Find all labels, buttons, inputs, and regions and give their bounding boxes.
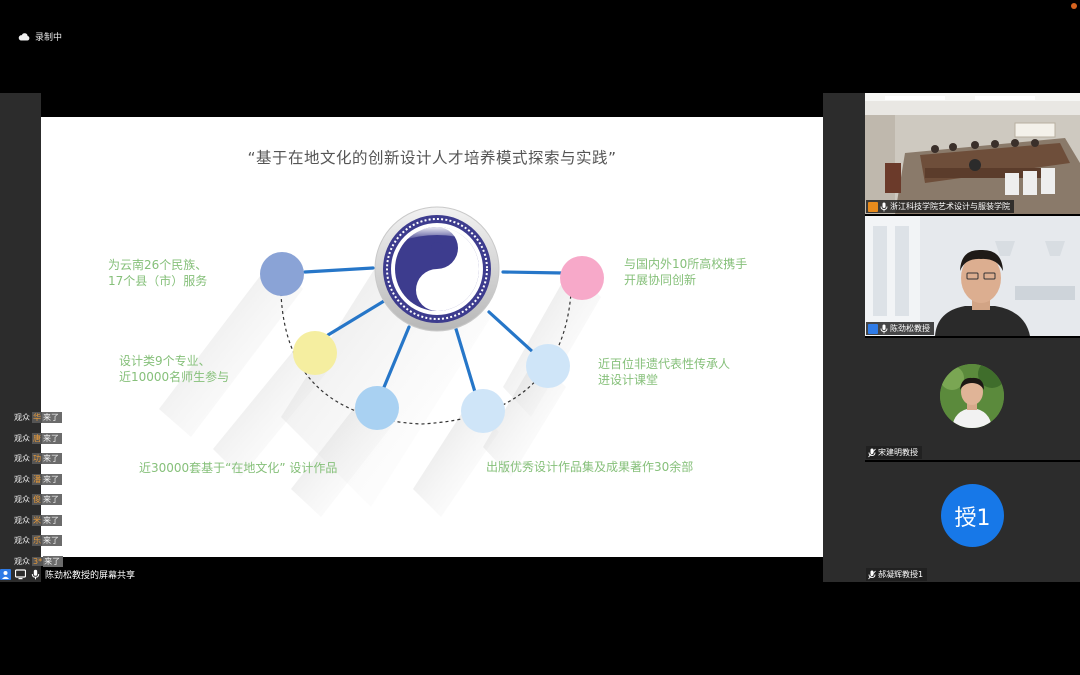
slide-item-line: 近30000套基于“在地文化” 设计作品 xyxy=(139,461,338,475)
slide-item-line: 出版优秀设计作品集及成果著作30余部 xyxy=(486,460,694,474)
chat-prefix: 观众 xyxy=(14,516,30,525)
circle-node-1 xyxy=(260,252,304,296)
chat-message: 观众唐来了 xyxy=(14,432,62,445)
screen-share-bar: 陈劲松教授的屏幕共享 xyxy=(0,566,200,582)
video-tile-speaker[interactable]: 陈劲松教授 xyxy=(865,216,1080,336)
chat-prefix: 观众 xyxy=(14,495,30,504)
screen-share-label: 陈劲松教授的屏幕共享 xyxy=(45,570,136,581)
slide-item-line: 近10000名师生参与 xyxy=(119,370,230,384)
slide-title: “基于在地文化的创新设计人才培养模式探索与实践” xyxy=(247,149,617,167)
screen-share-icon xyxy=(15,568,26,579)
circle-node-3 xyxy=(355,386,399,430)
speaker-video xyxy=(865,216,1080,336)
slide-item-3: 近30000套基于“在地文化” 设计作品 xyxy=(139,460,337,476)
slide-item-1: 为云南26个民族、 17个县（市）服务 xyxy=(108,257,207,289)
slide-item-line: 设计类9个专业、 xyxy=(119,354,211,368)
school-emblem-logo xyxy=(374,206,500,332)
participant-label: 陈劲松教授 xyxy=(866,322,934,335)
slide-diagram xyxy=(159,206,604,517)
chat-user-name: 米 xyxy=(32,515,42,526)
slide-item-2: 设计类9个专业、 近10000名师生参与 xyxy=(119,353,229,385)
chat-message: 观众米来了 xyxy=(14,514,62,527)
chat-message: 观众功来了 xyxy=(14,452,62,465)
chat-user-name: 3* xyxy=(32,557,44,566)
microphone-muted-icon xyxy=(868,448,876,457)
notification-dot xyxy=(1071,3,1077,9)
participant-label: 宋建明教授 xyxy=(866,446,922,459)
microphone-muted-icon xyxy=(868,570,876,579)
chat-user-name: 乐 xyxy=(32,535,42,546)
chat-user-name: 潘 xyxy=(32,474,42,485)
chat-action: 来了 xyxy=(42,474,62,485)
slide-item-line: 开展协同创新 xyxy=(624,273,697,287)
chat-user-name: 唐 xyxy=(32,433,42,444)
chat-action: 来了 xyxy=(42,412,62,423)
conference-room-video xyxy=(865,93,1080,214)
video-tile-conference-room[interactable]: 浙江科技学院艺术设计与服装学院 xyxy=(865,93,1080,214)
slide-item-line: 17个县（市）服务 xyxy=(108,274,208,288)
shared-slide: “基于在地文化的创新设计人才培养模式探索与实践” 为云南26个民族、 17个县（… xyxy=(41,117,823,557)
avatar-initials: 授1 xyxy=(941,484,1004,547)
slide-item-4: 出版优秀设计作品集及成果著作30余部 xyxy=(486,459,693,475)
slide-item-line: 与国内外10所高校携手 xyxy=(624,257,748,271)
participant-label: 浙江科技学院艺术设计与服装学院 xyxy=(866,200,1014,213)
avatar xyxy=(940,364,1004,428)
cloud-icon xyxy=(18,32,30,40)
chat-prefix: 观众 xyxy=(14,413,30,422)
avatar-photo-image xyxy=(940,364,1004,428)
chat-prefix: 观众 xyxy=(14,536,30,545)
circle-node-4 xyxy=(461,389,505,433)
chat-action: 来了 xyxy=(42,494,62,505)
chat-prefix: 观众 xyxy=(14,475,30,484)
chat-message: 观众乐来了 xyxy=(14,534,62,547)
slide-item-line: 近百位非遗代表性传承人 xyxy=(598,357,731,371)
recording-label: 录制中 xyxy=(35,33,63,43)
chat-user-name: 俊 xyxy=(32,494,42,505)
participant-name: 郝凝辉教授1 xyxy=(878,570,924,579)
slide-item-line: 进设计课堂 xyxy=(598,373,659,387)
chat-user-name: 华 xyxy=(32,412,42,423)
participant-label: 郝凝辉教授1 xyxy=(866,568,928,581)
chat-action: 来了 xyxy=(42,433,62,444)
chat-message: 观众俊来了 xyxy=(14,493,62,506)
slide-item-5: 近百位非遗代表性传承人 进设计课堂 xyxy=(598,356,730,388)
circle-node-6 xyxy=(560,256,604,300)
slide-item-6: 与国内外10所高校携手 开展协同创新 xyxy=(624,256,747,288)
chat-action: 来了 xyxy=(42,515,62,526)
chat-message: 观众华来了 xyxy=(14,411,62,424)
user-icon xyxy=(0,568,11,580)
microphone-icon xyxy=(880,324,888,333)
slide-item-line: 为云南26个民族、 xyxy=(108,258,208,272)
circle-node-2 xyxy=(293,331,337,375)
chat-action: 来了 xyxy=(42,535,62,546)
recording-indicator[interactable]: 录制中 xyxy=(18,30,62,43)
left-sidebar-strip xyxy=(0,93,41,582)
participant-name: 浙江科技学院艺术设计与服装学院 xyxy=(890,202,1010,211)
circle-node-5 xyxy=(526,344,570,388)
chat-prefix: 观众 xyxy=(14,454,30,463)
chat-action: 来了 xyxy=(42,453,62,464)
chat-user-name: 功 xyxy=(32,453,42,464)
participant-name: 宋建明教授 xyxy=(878,448,918,457)
host-icon xyxy=(868,201,878,212)
chat-prefix: 观众 xyxy=(14,434,30,443)
user-icon xyxy=(868,323,878,334)
microphone-icon xyxy=(880,202,888,211)
microphone-icon[interactable] xyxy=(30,569,41,580)
chat-message: 观众潘来了 xyxy=(14,473,62,486)
participant-name: 陈劲松教授 xyxy=(890,324,930,333)
right-sidebar-strip xyxy=(823,93,865,582)
